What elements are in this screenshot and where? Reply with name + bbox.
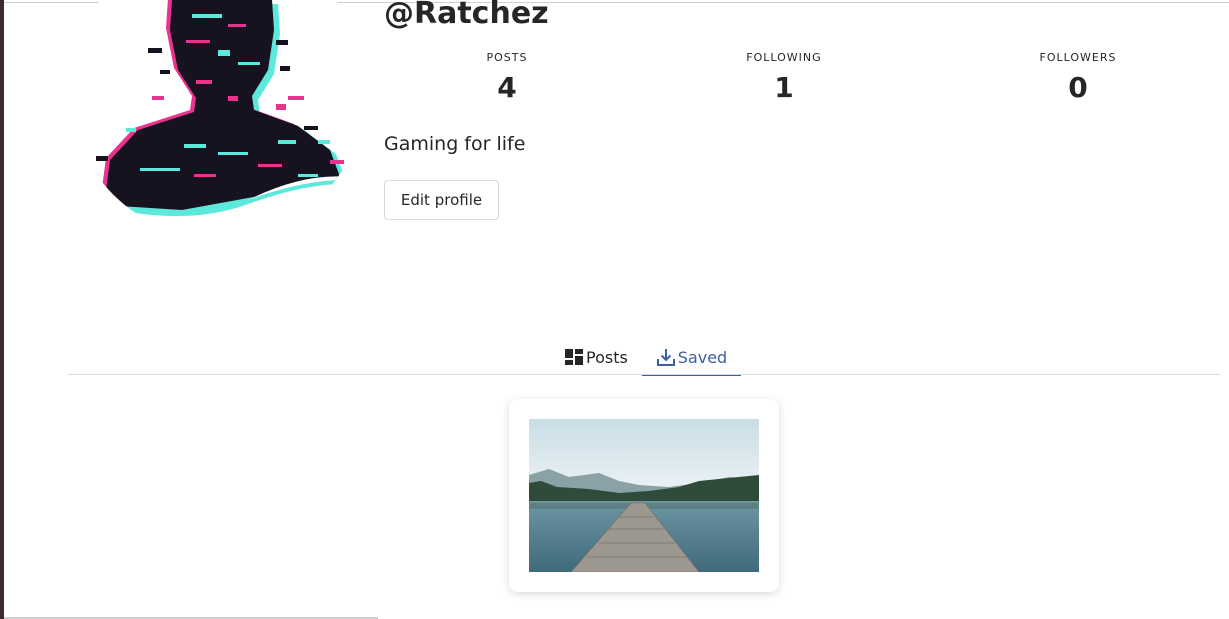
stat-following-value: 1 [774,71,794,104]
profile-username: @Ratchez [384,0,549,31]
download-icon [656,348,676,367]
tab-saved-label: Saved [677,348,728,367]
stat-posts: POSTS 4 [437,52,577,103]
stat-posts-label: POSTS [486,51,528,64]
profile-avatar [68,0,368,240]
grid-icon [564,348,584,366]
tab-saved[interactable]: Saved [642,340,741,376]
profile-bio: Gaming for life [384,133,526,155]
edit-profile-button[interactable]: Edit profile [384,180,499,220]
stat-following[interactable]: FOLLOWING 1 [714,52,854,103]
stat-followers[interactable]: FOLLOWERS 0 [1008,52,1148,103]
stat-followers-label: FOLLOWERS [1039,51,1117,64]
stat-posts-value: 4 [497,71,517,104]
window-edge [0,0,4,619]
saved-post-card[interactable] [509,399,779,592]
tab-posts[interactable]: Posts [564,340,628,374]
tab-posts-label: Posts [586,347,628,367]
stat-following-label: FOLLOWING [746,51,822,64]
tabs-divider [68,374,1220,375]
saved-post-image [529,419,759,572]
stat-followers-value: 0 [1068,71,1088,104]
